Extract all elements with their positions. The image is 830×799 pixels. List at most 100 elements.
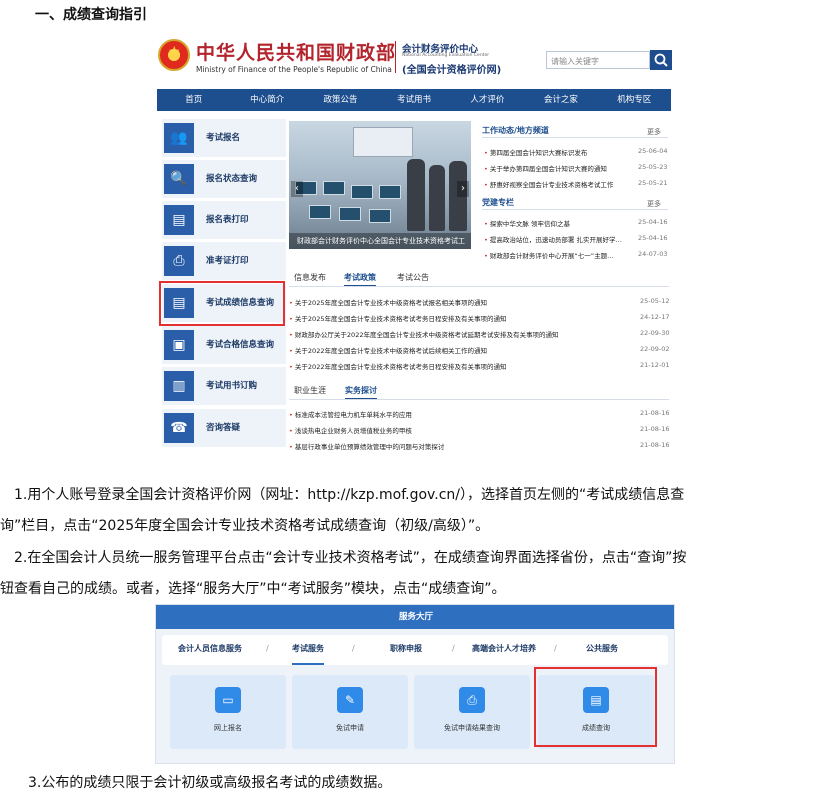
- news-text: 关于2022年度全国会计专业技术中级资格考试后续相关工作的通知: [294, 347, 487, 355]
- list-item[interactable]: • 关于2022年度全国会计专业技术资格考试考务日程安排及有关事项的通知: [289, 361, 506, 371]
- ministry-name-en: Ministry of Finance of the People's Repu…: [196, 65, 392, 74]
- search-input[interactable]: 请输入关键字: [546, 51, 650, 69]
- sidebar-item-support[interactable]: ☎ 咨询答疑: [162, 409, 286, 447]
- list-item[interactable]: • 财政部会计财务评价中心开展“七一”主题…: [484, 250, 614, 260]
- tab-info-release[interactable]: 信息发布: [294, 272, 326, 283]
- divider: [289, 399, 669, 400]
- card-exemption-result[interactable]: ⎙ 免试申请结果查询: [414, 675, 530, 749]
- news-date: 25-04-16: [638, 234, 668, 242]
- list-item[interactable]: • 关于2025年度全国会计专业技术中级资格考试报名相关事项的通知: [289, 297, 487, 307]
- news-date: 22-09-02: [640, 345, 670, 353]
- news-photo[interactable]: ‹ › 财政部会计财务评价中心全国会计专业技术资格考试工作: [289, 121, 471, 249]
- news-text: 关于举办第四届全国会计知识大赛的通知: [489, 165, 607, 173]
- news-date: 25-05-21: [638, 179, 668, 187]
- news-text: 提高政治站位，迅速动员部署 扎实开展好学…: [489, 236, 622, 244]
- carousel-next-button[interactable]: ›: [457, 181, 469, 197]
- list-item[interactable]: • 浅谈热电企业财务人员增值税业务的甲核: [289, 425, 412, 435]
- result-icon: ⎙: [459, 687, 485, 713]
- service-tabs: 会计人员信息服务 / 考试服务 / 职称申报 / 高端会计人才培养 / 公共服务: [162, 635, 668, 665]
- news-text: 关于2025年度全国会计专业技术中级资格考试报名相关事项的通知: [294, 299, 487, 307]
- list-item[interactable]: • 第四届全国会计知识大赛标识发布: [484, 147, 587, 157]
- list-item[interactable]: • 标准成本法管控电力机车单耗水平的应用: [289, 409, 412, 419]
- list-item[interactable]: • 基层行政事业单位预算绩效管理中的问题与对策探讨: [289, 441, 444, 451]
- nav-home-of-accounting[interactable]: 会计之家: [524, 89, 597, 111]
- card-exemption-apply[interactable]: ✎ 免试申请: [292, 675, 408, 749]
- party-title[interactable]: 党建专栏: [482, 197, 514, 208]
- news-date: 25-05-23: [638, 163, 668, 171]
- book-icon: ▥: [164, 371, 194, 401]
- tab-exam-notice[interactable]: 考试公告: [397, 272, 429, 283]
- mof-homepage-screenshot: 中华人民共和国财政部 Ministry of Finance of the Pe…: [152, 29, 676, 453]
- news-text: 关于2022年度全国会计专业技术资格考试考务日程安排及有关事项的通知: [294, 363, 507, 371]
- sidebar-item-status-query[interactable]: 🔍 报名状态查询: [162, 160, 286, 198]
- step1-line2: 询”栏目，点击“2025年度全国会计专业技术资格考试成绩查询（初级/高级）”。: [0, 518, 490, 534]
- sidebar-item-pass-query[interactable]: ▣ 考试合格信息查询: [162, 326, 286, 364]
- signup-icon: ▭: [215, 687, 241, 713]
- card-online-signup[interactable]: ▭ 网上报名: [170, 675, 286, 749]
- certificate-icon: ▣: [164, 330, 194, 360]
- tab-personnel-info[interactable]: 会计人员信息服务: [178, 635, 242, 663]
- news-date: 24-07-03: [638, 250, 668, 258]
- tab-separator: /: [352, 644, 355, 653]
- person: [407, 159, 425, 231]
- sidebar-item-label: 考试报名: [206, 133, 241, 143]
- tab-title-application[interactable]: 职称申报: [390, 635, 422, 663]
- divider: [482, 137, 668, 138]
- tab-exam-policy[interactable]: 考试政策: [344, 272, 376, 287]
- sidebar-item-admission-print[interactable]: ⎙ 准考证打印: [162, 242, 286, 280]
- header-divider: [395, 41, 396, 73]
- list-item[interactable]: • 舒惠好视察全国会计专业技术资格考试工作: [484, 179, 613, 189]
- main-nav: 首页 中心简介 政策公告 考试用书 人才评价 会计之家 机构专区: [157, 89, 671, 111]
- news-date: 25-05-12: [640, 297, 670, 305]
- tab-talent-training[interactable]: 高端会计人才培养: [472, 635, 536, 663]
- tab-practice[interactable]: 实务探讨: [345, 385, 377, 400]
- list-item[interactable]: • 关于2022年度全国会计专业技术中级资格考试后续相关工作的通知: [289, 345, 487, 355]
- tab-separator: /: [452, 644, 455, 653]
- carousel-prev-button[interactable]: ‹: [291, 181, 303, 197]
- news-text: 舒惠好视察全国会计专业技术资格考试工作: [489, 181, 614, 189]
- monitor: [351, 185, 373, 199]
- sidebar-item-label: 咨询答疑: [206, 423, 241, 433]
- list-item[interactable]: • 关于2025年度全国会计专业技术资格考试考务日程安排及有关事项的通知: [289, 313, 506, 323]
- news-text: 财政部会计财务评价中心开展“七一”主题…: [489, 252, 614, 260]
- sidebar-item-registration[interactable]: 👥 考试报名: [162, 119, 286, 157]
- card-label: 免试申请结果查询: [444, 724, 500, 732]
- news-date: 21-08-16: [640, 425, 670, 433]
- step2-line2: 钮查看自己的成绩。或者，选择“服务大厅”中“考试服务”模块，点击“成绩查询”。: [0, 581, 506, 597]
- step3: 3.公布的成绩只限于会计初级或高级报名考试的成绩数据。: [28, 775, 392, 791]
- news-date: 21-08-16: [640, 409, 670, 417]
- sidebar-item-form-print[interactable]: ▤ 报名表打印: [162, 201, 286, 239]
- news-date: 22-09-30: [640, 329, 670, 337]
- work-news-more-link[interactable]: 更多: [647, 127, 661, 137]
- tab-career[interactable]: 职业生涯: [294, 385, 326, 396]
- nav-about[interactable]: 中心简介: [230, 89, 303, 111]
- news-date: 25-06-04: [638, 147, 668, 155]
- sidebar-item-label: 报名表打印: [206, 215, 249, 225]
- nav-institutions[interactable]: 机构专区: [598, 89, 671, 111]
- news-date: 21-08-16: [640, 441, 670, 449]
- nav-talent[interactable]: 人才评价: [451, 89, 524, 111]
- search-button[interactable]: [650, 50, 672, 70]
- tab-separator: /: [266, 644, 269, 653]
- news-text: 基层行政事业单位预算绩效管理中的问题与对策探讨: [294, 443, 445, 451]
- work-news-title[interactable]: 工作动态/地方频道: [482, 125, 549, 136]
- support-icon: ☎: [164, 413, 194, 443]
- nav-home[interactable]: 首页: [157, 89, 230, 111]
- list-item[interactable]: • 财政部办公厅关于2022年度全国会计专业技术中级资格考试延期考试安排及有关事…: [289, 329, 558, 339]
- tab-public-service[interactable]: 公共服务: [586, 635, 618, 663]
- center-name-en: National Accounting Evaluation Center: [402, 53, 490, 58]
- list-item[interactable]: • 关于举办第四届全国会计知识大赛的通知: [484, 163, 607, 173]
- monitor: [379, 185, 401, 199]
- sidebar-item-label: 考试用书订购: [206, 381, 258, 391]
- party-more-link[interactable]: 更多: [647, 199, 661, 209]
- monitor: [323, 181, 345, 195]
- nav-policy[interactable]: 政策公告: [304, 89, 377, 111]
- sidebar-item-book-order[interactable]: ▥ 考试用书订购: [162, 367, 286, 405]
- list-item[interactable]: • 探索中华文脉 领牢信仰之基: [484, 218, 570, 228]
- nav-books[interactable]: 考试用书: [377, 89, 450, 111]
- photo-caption: 财政部会计财务评价中心全国会计专业技术资格考试工作: [289, 233, 471, 249]
- tab-exam-service[interactable]: 考试服务: [292, 635, 324, 665]
- form-print-icon: ▤: [164, 205, 194, 235]
- list-item[interactable]: • 提高政治站位，迅速动员部署 扎实开展好学…: [484, 234, 622, 244]
- national-emblem-icon: [158, 39, 190, 71]
